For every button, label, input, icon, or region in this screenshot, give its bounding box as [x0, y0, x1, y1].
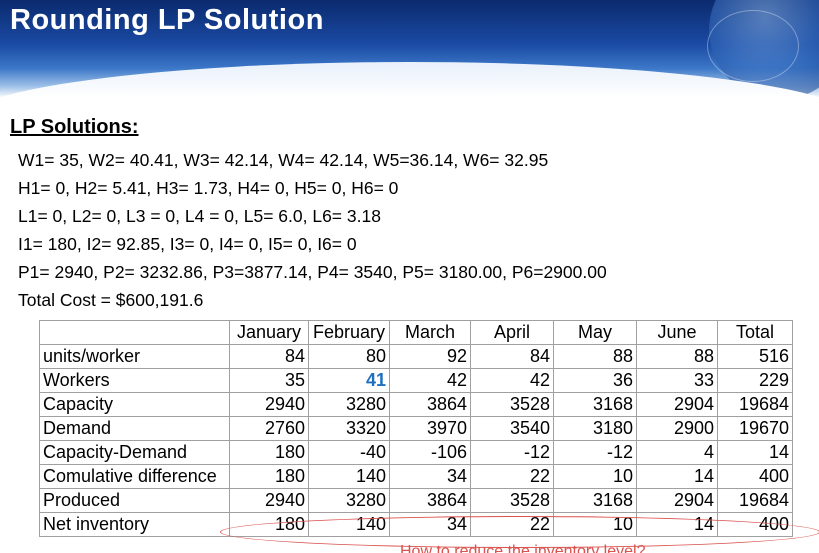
- highlighted-cell: 41: [308, 368, 390, 393]
- table-cell: 3168: [553, 488, 637, 513]
- table-cell: -106: [389, 440, 471, 465]
- table-cell: -12: [470, 440, 554, 465]
- header-cell: May: [553, 320, 637, 345]
- table-row: units/worker 84 80 92 84 88 88 516: [39, 344, 793, 369]
- table-cell: 2760: [229, 416, 309, 441]
- row-label: Demand: [39, 416, 230, 441]
- table-cell: 19684: [717, 392, 793, 417]
- table-row: Workers 35 41 42 42 36 33 229: [39, 368, 793, 393]
- table-cell: 3864: [389, 392, 471, 417]
- table-cell: 33: [636, 368, 718, 393]
- table-cell: 10: [553, 464, 637, 489]
- row-label: Produced: [39, 488, 230, 513]
- i-values-line: I1= 180, I2= 92.85, I3= 0, I4= 0, I5= 0,…: [18, 234, 357, 254]
- table-cell: 84: [229, 344, 309, 369]
- row-label: Workers: [39, 368, 230, 393]
- table-cell: 42: [389, 368, 471, 393]
- row-label: Comulative difference: [39, 464, 230, 489]
- table-row: Demand 2760 3320 3970 3540 3180 2900 196…: [39, 416, 793, 441]
- table-cell: 3180: [553, 416, 637, 441]
- table-cell: 80: [308, 344, 390, 369]
- table-cell: 2900: [636, 416, 718, 441]
- table-cell: 4: [636, 440, 718, 465]
- table-cell: 516: [717, 344, 793, 369]
- table-header-row: January February March April May June To…: [39, 320, 793, 345]
- header-cell: January: [229, 320, 309, 345]
- production-plan-table: January February March April May June To…: [39, 320, 793, 537]
- header-cell: Total: [717, 320, 793, 345]
- slide-title: Rounding LP Solution: [10, 4, 324, 36]
- table-cell: 3528: [470, 392, 554, 417]
- table-cell: 180: [229, 440, 309, 465]
- table-row: Comulative difference 180 140 34 22 10 1…: [39, 464, 793, 489]
- table-cell: 34: [389, 464, 471, 489]
- annotation-note: How to reduce the inventory level?: [400, 544, 646, 553]
- header-cell: April: [470, 320, 554, 345]
- table-cell: 2940: [229, 392, 309, 417]
- table-row: Produced 2940 3280 3864 3528 3168 2904 1…: [39, 488, 793, 513]
- banner-swoosh: [0, 62, 819, 98]
- header-cell: [39, 320, 230, 345]
- table-cell: 229: [717, 368, 793, 393]
- header-cell: March: [389, 320, 471, 345]
- table-cell: -12: [553, 440, 637, 465]
- row-label: Net inventory: [39, 512, 230, 537]
- table-cell: 3970: [389, 416, 471, 441]
- table-cell: 88: [636, 344, 718, 369]
- table-cell: 88: [553, 344, 637, 369]
- table-cell: 3528: [470, 488, 554, 513]
- header-cell: February: [308, 320, 390, 345]
- table-cell: 22: [470, 464, 554, 489]
- header-cell: June: [636, 320, 718, 345]
- row-label: Capacity: [39, 392, 230, 417]
- table-cell: 14: [717, 440, 793, 465]
- row-label: units/worker: [39, 344, 230, 369]
- lp-solution-lines: W1= 35, W2= 40.41, W3= 42.14, W4= 42.14,…: [18, 146, 607, 314]
- table-cell: -40: [308, 440, 390, 465]
- p-values-line: P1= 2940, P2= 3232.86, P3=3877.14, P4= 3…: [18, 262, 607, 282]
- table-cell: 14: [636, 464, 718, 489]
- table-cell: 35: [229, 368, 309, 393]
- table-cell: 2940: [229, 488, 309, 513]
- table-cell: 84: [470, 344, 554, 369]
- table-cell: 3280: [308, 392, 390, 417]
- table-cell: 42: [470, 368, 554, 393]
- table-cell: 3864: [389, 488, 471, 513]
- table-cell: 3168: [553, 392, 637, 417]
- h-values-line: H1= 0, H2= 5.41, H3= 1.73, H4= 0, H5= 0,…: [18, 178, 399, 198]
- globe-wireframe: [707, 10, 799, 82]
- table-cell: 180: [229, 464, 309, 489]
- table-row: Capacity 2940 3280 3864 3528 3168 2904 1…: [39, 392, 793, 417]
- table-cell: 3320: [308, 416, 390, 441]
- l-values-line: L1= 0, L2= 0, L3 = 0, L4 = 0, L5= 6.0, L…: [18, 206, 381, 226]
- table-cell: 400: [717, 464, 793, 489]
- row-label: Capacity-Demand: [39, 440, 230, 465]
- table-cell: 2904: [636, 392, 718, 417]
- table-row: Capacity-Demand 180 -40 -106 -12 -12 4 1…: [39, 440, 793, 465]
- w-values-line: W1= 35, W2= 40.41, W3= 42.14, W4= 42.14,…: [18, 150, 549, 170]
- total-cost-line: Total Cost = $600,191.6: [18, 290, 204, 310]
- lp-solutions-heading: LP Solutions:: [10, 116, 139, 138]
- table-cell: 140: [308, 464, 390, 489]
- table-cell: 19670: [717, 416, 793, 441]
- table-cell: 2904: [636, 488, 718, 513]
- table-cell: 36: [553, 368, 637, 393]
- table-cell: 3280: [308, 488, 390, 513]
- title-banner: Rounding LP Solution: [0, 0, 819, 98]
- table-cell: 92: [389, 344, 471, 369]
- table-cell: 19684: [717, 488, 793, 513]
- table-cell: 3540: [470, 416, 554, 441]
